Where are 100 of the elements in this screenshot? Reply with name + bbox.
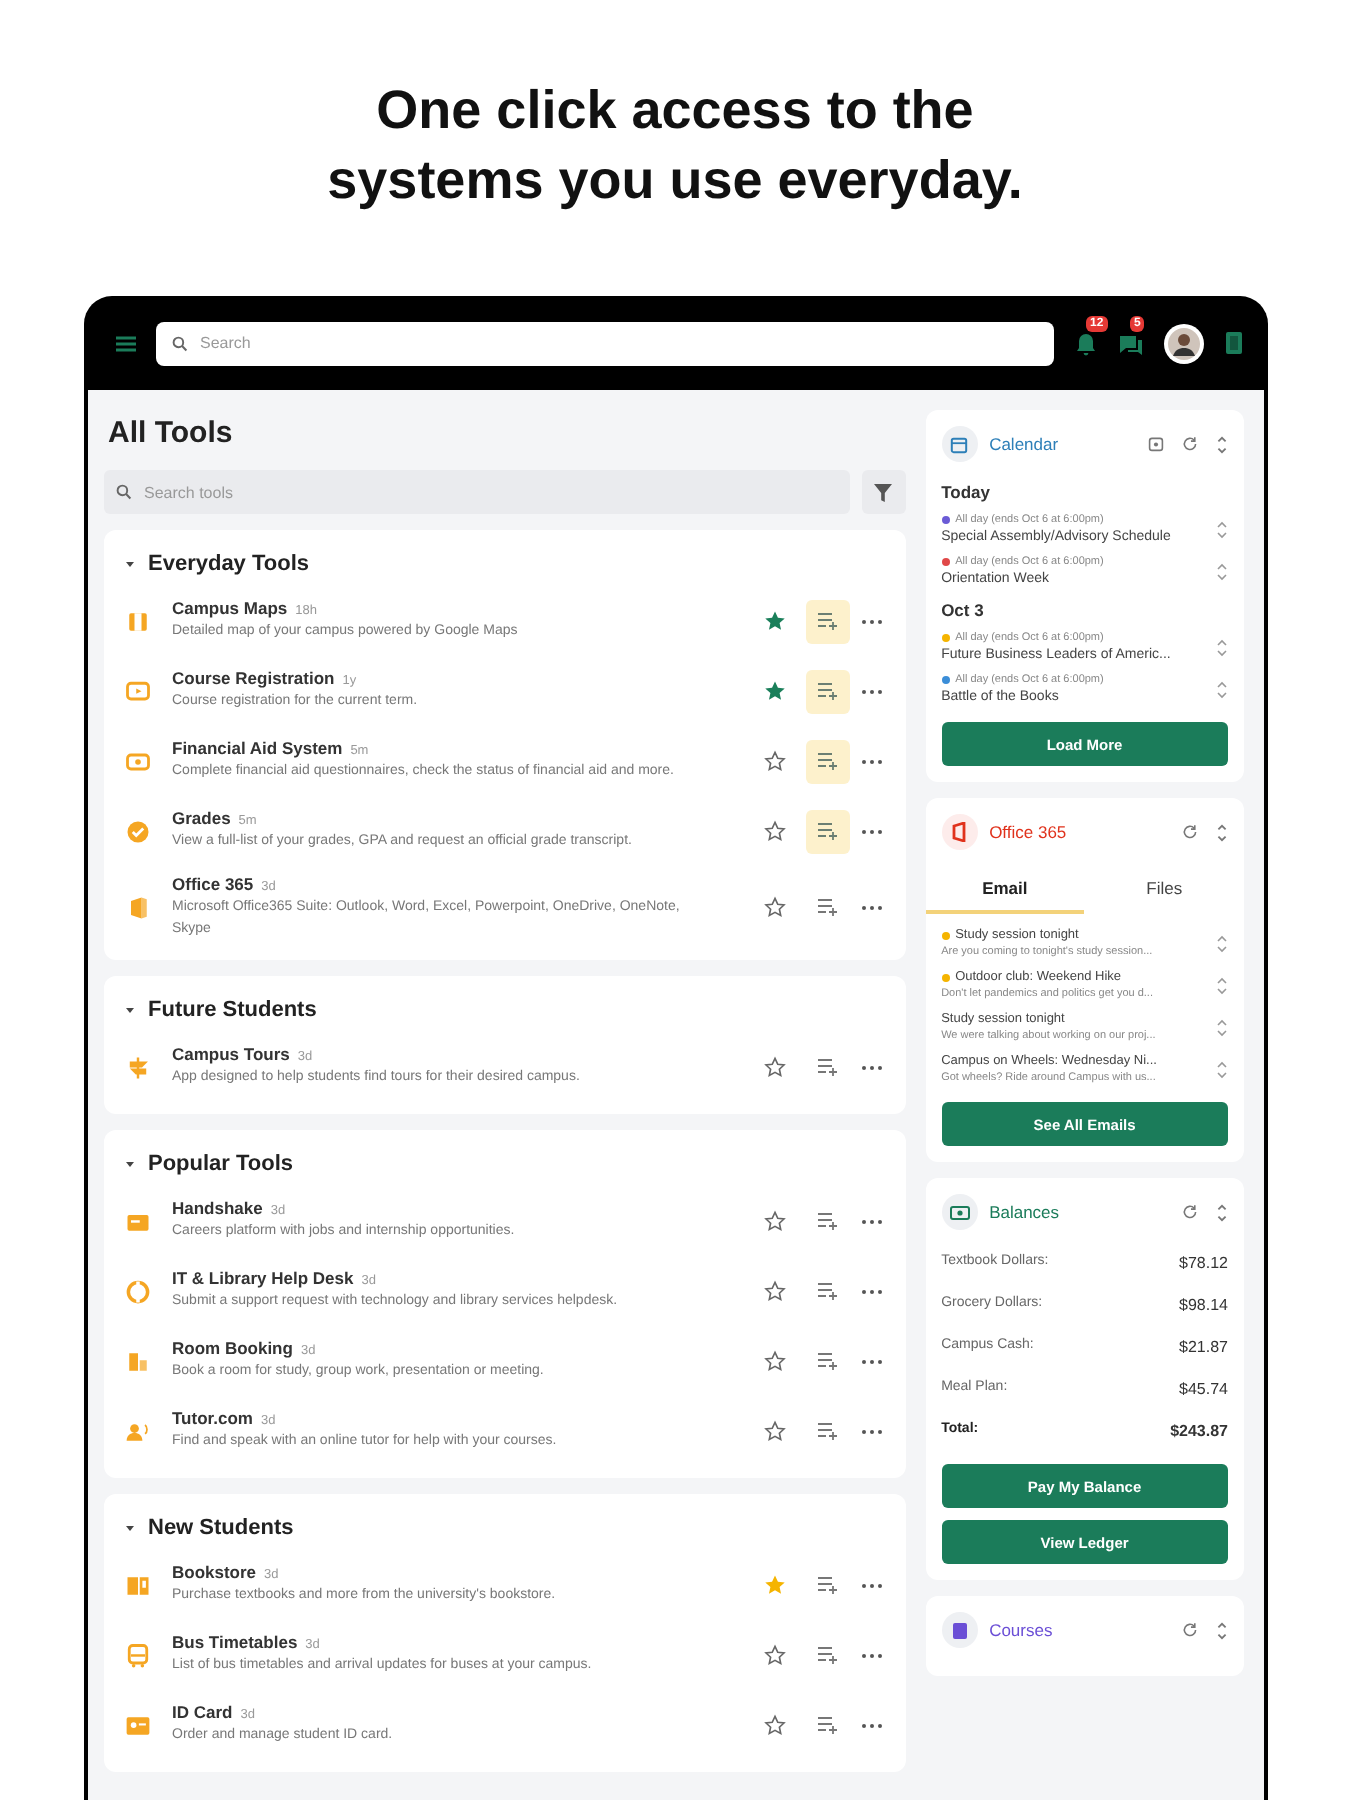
star-outline-icon[interactable]	[764, 1056, 787, 1078]
expand-icon[interactable]	[1216, 519, 1228, 539]
star-outline-icon[interactable]	[764, 1350, 787, 1372]
star-outline-icon[interactable]	[764, 820, 787, 842]
playlist-add-icon	[817, 822, 838, 840]
tool-name[interactable]: Handshake	[172, 1198, 263, 1219]
caret-icon	[124, 1522, 136, 1534]
calendar-icon	[950, 435, 969, 453]
card-title: Balances	[989, 1202, 1062, 1222]
more-icon[interactable]	[857, 757, 886, 765]
add-to-queue-button[interactable]	[805, 669, 850, 713]
check-circle-icon	[124, 817, 152, 845]
more-icon[interactable]	[857, 1287, 886, 1295]
more-icon[interactable]	[857, 1217, 886, 1225]
tool-name[interactable]: Grades	[172, 808, 231, 829]
more-icon[interactable]	[857, 1063, 886, 1071]
tool-name[interactable]: IT & Library Help Desk	[172, 1268, 354, 1289]
add-to-queue-button[interactable]	[805, 739, 850, 783]
tool-name[interactable]: Tutor.com	[172, 1408, 253, 1429]
star-icon[interactable]	[764, 1574, 787, 1596]
date-label: Today	[941, 482, 992, 502]
caret-icon	[124, 1004, 136, 1016]
tool-name[interactable]: Financial Aid System	[172, 738, 343, 759]
chat-icon[interactable]	[1118, 331, 1144, 355]
refresh-icon[interactable]	[1182, 1622, 1198, 1638]
expand-icon[interactable]	[1216, 1059, 1228, 1079]
star-outline-icon[interactable]	[764, 1644, 787, 1666]
money-icon	[949, 1204, 970, 1220]
expand-icon[interactable]	[1216, 561, 1228, 581]
tool-name[interactable]: Campus Tours	[172, 1044, 290, 1065]
star-outline-icon[interactable]	[764, 1210, 787, 1232]
playlist-add-icon	[817, 898, 838, 916]
star-outline-icon[interactable]	[764, 1420, 787, 1442]
building-icon	[124, 1347, 152, 1375]
tool-name[interactable]: ID Card	[172, 1702, 233, 1723]
add-to-queue-button[interactable]	[805, 809, 850, 853]
balance-amount: $45.74	[1179, 1380, 1228, 1398]
card-title: Courses	[989, 1620, 1055, 1640]
expand-icon[interactable]	[1216, 1621, 1228, 1639]
refresh-icon[interactable]	[1182, 436, 1198, 452]
more-icon[interactable]	[857, 1721, 886, 1729]
card-title: Calendar	[989, 434, 1061, 454]
map-icon	[124, 607, 152, 635]
bus-icon	[124, 1641, 152, 1669]
more-icon[interactable]	[857, 827, 886, 835]
more-icon[interactable]	[857, 617, 886, 625]
expand-icon[interactable]	[1216, 975, 1228, 995]
section-header[interactable]: New Students	[124, 1506, 294, 1550]
refresh-icon[interactable]	[1182, 1204, 1198, 1220]
bell-icon[interactable]	[1074, 331, 1098, 355]
tool-name[interactable]: Bookstore	[172, 1562, 257, 1583]
tab[interactable]: Email	[925, 866, 1085, 914]
lifebuoy-icon	[124, 1277, 152, 1305]
playlist-add-icon	[817, 1058, 838, 1076]
caret-icon	[124, 558, 136, 570]
star-outline-icon[interactable]	[764, 1280, 787, 1302]
playlist-add-icon	[817, 752, 838, 770]
balance-amount: $98.14	[1179, 1296, 1228, 1314]
star-icon[interactable]	[764, 680, 787, 702]
tool-name[interactable]: Room Booking	[172, 1338, 293, 1359]
expand-icon[interactable]	[1216, 679, 1228, 699]
more-icon[interactable]	[857, 1651, 886, 1659]
menu-icon[interactable]	[116, 335, 136, 351]
star-outline-icon[interactable]	[764, 896, 787, 918]
playlist-add-icon	[817, 612, 838, 630]
headline: One click access to the systems you use everyday.	[325, 78, 1025, 214]
more-icon[interactable]	[857, 1581, 886, 1589]
section-header[interactable]: Popular Tools	[124, 1142, 294, 1186]
star-outline-icon[interactable]	[764, 750, 787, 772]
more-icon[interactable]	[857, 903, 886, 911]
star-outline-icon[interactable]	[764, 1714, 787, 1736]
signpost-icon	[124, 1053, 152, 1081]
balance-amount: $21.87	[1179, 1338, 1228, 1356]
tool-name[interactable]: Office 365	[172, 874, 254, 894]
avatar[interactable]	[1164, 323, 1204, 363]
playlist-add-icon	[817, 1282, 838, 1300]
balance-amount: $78.12	[1179, 1254, 1228, 1272]
expand-icon[interactable]	[1216, 1203, 1228, 1221]
expand-icon[interactable]	[1216, 933, 1228, 953]
expand-icon[interactable]	[1216, 1017, 1228, 1037]
expand-icon[interactable]	[1216, 637, 1228, 657]
expand-icon[interactable]	[1216, 435, 1228, 453]
more-icon[interactable]	[857, 1427, 886, 1435]
more-icon[interactable]	[857, 1357, 886, 1365]
refresh-icon[interactable]	[1182, 824, 1198, 840]
expand-icon[interactable]	[1216, 823, 1228, 841]
section-header[interactable]: Everyday Tools	[124, 542, 309, 586]
playlist-add-icon	[817, 1646, 838, 1664]
star-icon[interactable]	[764, 610, 787, 632]
more-icon[interactable]	[857, 687, 886, 695]
tab[interactable]: Files	[1084, 866, 1244, 914]
filter-button[interactable]	[861, 470, 906, 514]
tool-name[interactable]: Course Registration	[172, 668, 335, 689]
search-icon	[116, 484, 132, 500]
balance-amount: $243.87	[1170, 1422, 1228, 1440]
tool-name[interactable]: Bus Timetables	[172, 1632, 298, 1653]
add-to-queue-button[interactable]	[805, 599, 850, 643]
tool-name[interactable]: Campus Maps	[172, 598, 288, 619]
search-icon	[172, 335, 188, 351]
section-header[interactable]: Future Students	[124, 988, 317, 1032]
